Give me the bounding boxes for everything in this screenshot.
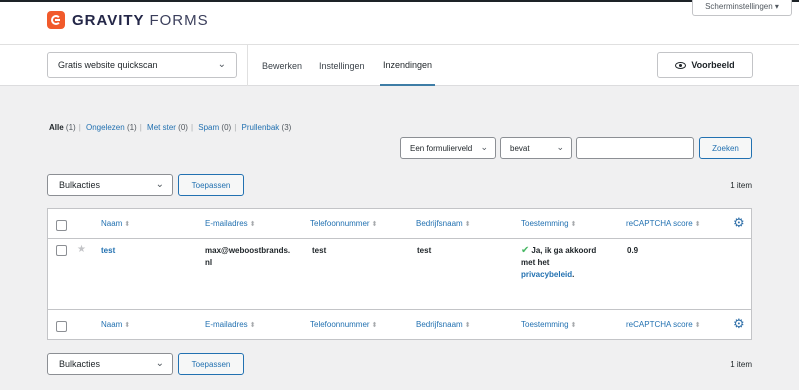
chevron-down-icon: ⌄ <box>155 358 164 369</box>
bulk-actions-select-bottom[interactable]: Bulkacties ⌄ <box>47 353 173 375</box>
entry-name[interactable]: test <box>101 245 115 257</box>
entry-recaptcha: 0.9 <box>627 246 639 255</box>
form-selector-value: Gratis website quickscan <box>58 60 158 70</box>
search-input[interactable] <box>576 137 694 159</box>
tab-bewerken[interactable]: Bewerken <box>262 45 302 86</box>
star-icon[interactable]: ★ <box>77 244 86 255</box>
bulk-actions-value: Bulkacties <box>59 180 101 190</box>
gear-icon[interactable]: ⚙ <box>733 215 745 231</box>
column-naam[interactable]: Naam ⬍ <box>101 219 130 228</box>
column-naam-footer[interactable]: Naam ⬍ <box>101 320 130 329</box>
tab-inzendingen[interactable]: Inzendingen <box>380 45 436 86</box>
toolbar-divider <box>247 45 248 86</box>
table-header: Naam ⬍ E-mailadres ⬍ Telefoonnummer ⬍ Bedri… <box>48 209 751 239</box>
sort-arrows-icon: ⬍ <box>371 221 378 228</box>
sort-arrows-icon: ⬍ <box>694 221 701 228</box>
sort-arrows-icon: ⬍ <box>249 221 256 228</box>
privacy-policy-link[interactable]: privacybeleid <box>521 270 572 279</box>
apply-button-top[interactable]: Toepassen <box>178 174 244 196</box>
search-operator-value: bevat <box>510 143 530 153</box>
item-count-top: 1 item <box>730 181 752 190</box>
column-email[interactable]: E-mailadres ⬍ <box>205 219 256 228</box>
gear-icon[interactable]: ⚙ <box>733 316 745 332</box>
preview-button-label: Voorbeeld <box>691 60 735 70</box>
column-phone[interactable]: Telefoonnummer ⬍ <box>310 219 377 228</box>
sort-arrows-icon: ⬍ <box>124 322 131 329</box>
bulk-actions-value: Bulkacties <box>59 359 101 369</box>
column-company[interactable]: Bedrijfsnaam ⬍ <box>416 219 471 228</box>
entry-phone: test <box>312 246 327 255</box>
chevron-down-icon: ⌄ <box>480 142 488 152</box>
chevron-down-icon: ⌄ <box>155 179 164 190</box>
brand-name-thin: FORMS <box>149 11 209 29</box>
table-footer: Naam ⬍ E-mailadres ⬍ Telefoonnummer ⬍ Bedri… <box>48 309 751 339</box>
item-count-bottom: 1 item <box>730 360 752 369</box>
preview-button[interactable]: Voorbeeld <box>657 52 753 78</box>
header: GRAVITY FORMS Scherminstellingen ▾ <box>0 0 799 44</box>
filter-all-count: (1) <box>65 123 76 132</box>
sort-arrows-icon: ⬍ <box>249 322 256 329</box>
column-email-footer[interactable]: E-mailadres ⬍ <box>205 320 256 329</box>
brand-name-bold: GRAVITY <box>72 11 145 29</box>
sort-arrows-icon: ⬍ <box>570 322 577 329</box>
table-row: ★ test max@weboostbrands. nl test test ✔… <box>48 239 751 309</box>
sort-arrows-icon: ⬍ <box>464 322 471 329</box>
chevron-down-icon: ⌄ <box>217 59 226 70</box>
column-company-footer[interactable]: Bedrijfsnaam ⬍ <box>416 320 471 329</box>
checkmark-icon: ✔ <box>521 245 530 256</box>
row-checkbox[interactable] <box>56 245 67 256</box>
sort-arrows-icon: ⬍ <box>371 322 378 329</box>
filter-trash-count: (3) <box>281 123 292 132</box>
eye-icon <box>675 61 687 69</box>
sort-arrows-icon: ⬍ <box>694 322 701 329</box>
filter-spam-count: (0) <box>221 123 232 132</box>
entry-filters: Alle (1) | Ongelezen (1) | Met ster (0) | S… <box>49 123 292 132</box>
column-consent-footer[interactable]: Toestemming ⬍ <box>521 320 576 329</box>
form-selector[interactable]: Gratis website quickscan ⌄ <box>47 52 237 78</box>
filter-starred-count: (0) <box>178 123 188 132</box>
column-recaptcha-footer[interactable]: reCAPTCHA score ⬍ <box>626 320 701 329</box>
gravity-forms-logo: GRAVITY FORMS <box>47 11 209 29</box>
gravity-forms-logo-icon <box>47 11 65 29</box>
filter-spam[interactable]: Spam <box>198 123 219 132</box>
column-phone-footer[interactable]: Telefoonnummer ⬍ <box>310 320 377 329</box>
entry-email: max@weboostbrands. nl <box>205 246 291 267</box>
apply-button-bottom[interactable]: Toepassen <box>178 353 244 375</box>
sort-arrows-icon: ⬍ <box>124 221 131 228</box>
form-toolbar: Gratis website quickscan ⌄ Bewerken Inst… <box>0 44 799 86</box>
entry-consent: ✔ Ja, ik ga akkoord met het privacybeleid… <box>521 245 597 279</box>
chevron-down-icon: ⌄ <box>556 142 564 152</box>
entries-table: Naam ⬍ E-mailadres ⬍ Telefoonnummer ⬍ Bedri… <box>47 208 752 340</box>
sort-arrows-icon: ⬍ <box>464 221 471 228</box>
bulk-actions-select-top[interactable]: Bulkacties ⌄ <box>47 174 173 196</box>
select-all-checkbox-footer[interactable] <box>56 321 67 332</box>
search-button[interactable]: Zoeken <box>699 137 752 159</box>
column-consent[interactable]: Toestemming ⬍ <box>521 219 576 228</box>
filter-unread[interactable]: Ongelezen <box>86 123 125 132</box>
filter-all[interactable]: Alle <box>49 123 64 132</box>
filter-unread-count: (1) <box>126 123 137 132</box>
select-all-checkbox[interactable] <box>56 220 67 231</box>
screen-options-button[interactable]: Scherminstellingen ▾ <box>692 0 792 16</box>
tab-instellingen[interactable]: Instellingen <box>319 45 365 86</box>
search-field-value: Een formulierveld <box>410 143 473 153</box>
entry-company: test <box>417 246 432 255</box>
search-field-select[interactable]: Een formulierveld ⌄ <box>400 137 496 159</box>
sort-arrows-icon: ⬍ <box>570 221 577 228</box>
filter-trash[interactable]: Prullenbak <box>242 123 280 132</box>
filter-starred[interactable]: Met ster <box>147 123 176 132</box>
search-operator-select[interactable]: bevat ⌄ <box>500 137 572 159</box>
column-recaptcha[interactable]: reCAPTCHA score ⬍ <box>626 219 701 228</box>
